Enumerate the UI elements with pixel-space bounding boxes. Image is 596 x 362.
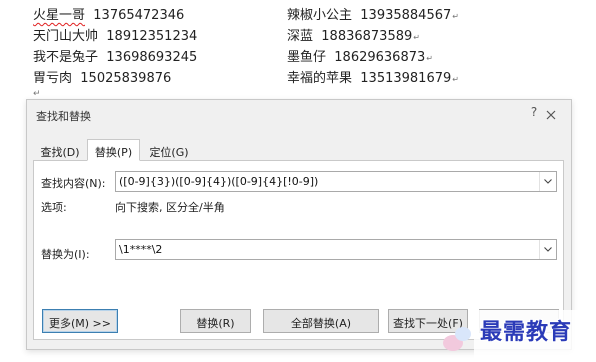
contact-line: 深蓝 18836873589↵ [287,25,420,44]
chevron-down-icon [544,247,552,252]
dialog-title: 查找和替换 [36,110,91,123]
contact-name: 辣椒小公主 [287,8,353,23]
tab-replace[interactable]: 替换(P) [87,139,140,161]
find-input[interactable]: ([0-9]{3})([0-9]{4})([0-9]{4}[!0-9]) [115,171,557,192]
replace-all-button[interactable]: 全部替换(A) [263,309,379,333]
contact-phone: 18912351234 [106,29,198,44]
replace-button[interactable]: 替换(R) [180,309,251,333]
contact-name: 深蓝 [287,29,314,44]
contact-line: 胃亏肉 15025839876 [33,67,171,86]
replace-label: 替换为(I): [41,248,90,261]
tab-goto[interactable]: 定位(G) [144,141,194,160]
contact-phone: 13935884567 [360,8,452,23]
contact-name: 火星一哥 [33,8,86,23]
chevron-down-icon [544,179,552,184]
contact-phone: 13513981679 [360,71,452,86]
contact-name: 幸福的苹果 [287,71,353,86]
contact-line: 天门山大帅 18912351234 [33,25,197,44]
contact-line: 墨鱼仔 18629636873↵ [287,46,433,65]
contact-phone: 15025839876 [80,71,172,86]
contact-line: 火星一哥 13765472346 [33,4,184,23]
contact-name: 胃亏肉 [33,71,73,86]
paragraph-mark: ↵ [426,54,433,63]
contact-name: 天门山大帅 [33,29,99,44]
contact-phone: 18836873589 [321,29,413,44]
watermark-decoration [455,327,471,341]
close-button[interactable] [544,107,558,121]
contact-phone: 18629636873 [334,50,426,65]
contact-name: 我不是兔子 [33,50,99,65]
contact-line: 幸福的苹果 13513981679↵ [287,67,459,86]
paragraph-mark: ↵ [452,12,459,21]
tab-find[interactable]: 查找(D) [37,141,83,160]
find-input-value: ([0-9]{3})([0-9]{4})([0-9]{4}[!0-9]) [119,175,319,188]
replace-input-value: \1****\2 [119,243,163,256]
contact-name: 墨鱼仔 [287,50,327,65]
more-button[interactable]: 更多(M) >> [42,309,118,333]
close-icon [546,110,556,120]
contact-line: 辣椒小公主 13935884567↵ [287,4,459,23]
paragraph-mark: ↵ [33,89,41,99]
paragraph-mark: ↵ [452,75,459,84]
document-area: 火星一哥 13765472346 天门山大帅 18912351234 我不是兔子… [0,0,596,100]
contact-phone: 13765472346 [93,8,185,23]
find-dropdown-button[interactable] [539,172,556,191]
contact-phone: 13698693245 [106,50,198,65]
options-value: 向下搜索, 区分全/半角 [115,201,225,214]
options-label: 选项: [41,201,67,214]
find-label: 查找内容(N): [41,177,106,190]
replace-dropdown-button[interactable] [539,240,556,259]
help-button[interactable]: ? [526,105,542,119]
paragraph-mark: ↵ [413,33,420,42]
replace-input[interactable]: \1****\2 [115,239,557,260]
contact-line: 我不是兔子 13698693245 [33,46,197,65]
watermark-logo: 最需教育 [474,310,579,362]
